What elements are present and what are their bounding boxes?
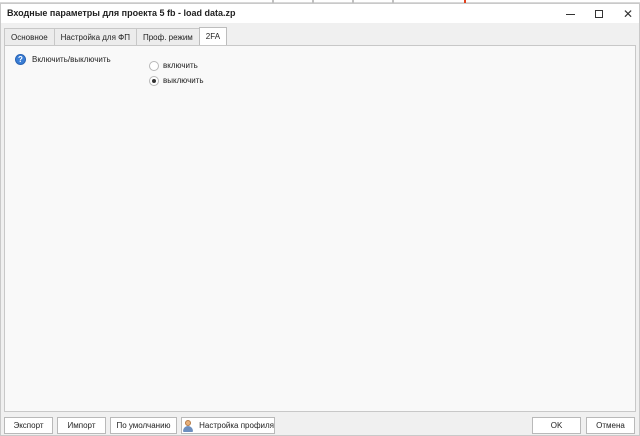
close-icon: ✕: [622, 6, 634, 21]
radio-button[interactable]: [149, 60, 159, 71]
title-bar[interactable]: Входные параметры для проекта 5 fb - loa…: [1, 4, 639, 23]
footer-bar: Экспорт Импорт По умолчанию Настройка пр…: [1, 414, 639, 436]
tab-label: 2FA: [205, 32, 221, 41]
import-button[interactable]: Импорт: [57, 417, 106, 434]
tab-label: Основное: [11, 32, 48, 42]
button-label: По умолчанию: [116, 421, 171, 430]
button-label: Настройка профиля: [199, 421, 274, 430]
tab-pro-mode[interactable]: Проф. режим: [135, 28, 200, 45]
tab-strip: Основное Настройка для ФП Проф. режим 2F…: [4, 27, 228, 45]
button-label: Импорт: [67, 421, 96, 430]
window-title: Входные параметры для проекта 5 fb - loa…: [7, 8, 236, 18]
profile-settings-button[interactable]: Настройка профиля: [181, 417, 275, 434]
radio-button-selected[interactable]: [149, 75, 159, 86]
tab-panel-2fa: ? Включить/выключить включить выключить: [4, 45, 636, 412]
default-button[interactable]: По умолчанию: [110, 417, 177, 434]
dialog-window: Входные параметры для проекта 5 fb - loa…: [0, 3, 640, 436]
help-icon[interactable]: ?: [15, 54, 26, 65]
tab-main[interactable]: Основное: [4, 28, 55, 45]
button-label: Экспорт: [13, 421, 44, 430]
ok-button[interactable]: OK: [532, 417, 581, 434]
radio-dot: [152, 78, 156, 83]
maximize-icon: [595, 9, 603, 18]
tab-label: Проф. режим: [142, 32, 193, 42]
user-icon: [182, 419, 193, 432]
radio-label: включить: [163, 61, 198, 70]
enable-radio-group: включить выключить: [149, 58, 204, 88]
minimize-icon: [565, 14, 575, 15]
radio-option-disable[interactable]: выключить: [149, 73, 204, 88]
help-glyph: ?: [18, 55, 23, 64]
radio-option-enable[interactable]: включить: [149, 58, 204, 73]
tab-label: Настройка для ФП: [60, 32, 130, 42]
cancel-button[interactable]: Отмена: [586, 417, 635, 434]
tab-2fa[interactable]: 2FA: [198, 27, 228, 45]
maximize-button[interactable]: [584, 4, 614, 23]
button-label: OK: [550, 421, 563, 430]
setting-row: ? Включить/выключить: [15, 54, 111, 65]
close-button[interactable]: ✕: [613, 4, 640, 23]
minimize-button[interactable]: [555, 4, 585, 23]
radio-label: выключить: [163, 76, 204, 85]
setting-label: Включить/выключить: [32, 55, 111, 64]
export-button[interactable]: Экспорт: [4, 417, 53, 434]
tab-fp-settings[interactable]: Настройка для ФП: [53, 28, 137, 45]
button-label: Отмена: [596, 421, 625, 430]
